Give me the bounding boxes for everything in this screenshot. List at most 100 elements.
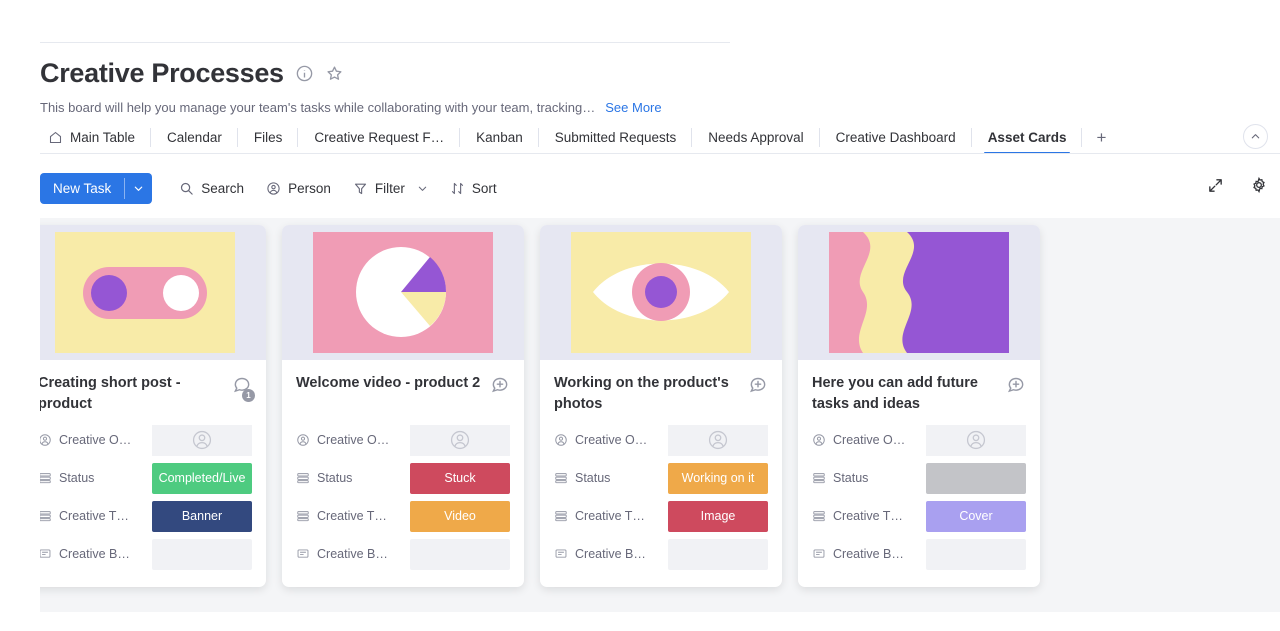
board-description: This board will help you manage your tea… [40,99,595,116]
person-filter-button[interactable]: Person [257,174,340,204]
status-chip[interactable] [926,463,1026,494]
tab-kanban[interactable]: Kanban [460,122,539,153]
owner-avatar-cell[interactable] [410,425,510,456]
status-chip[interactable]: Stuck [410,463,510,494]
owner-avatar-cell[interactable] [926,425,1026,456]
collapse-header-button[interactable] [1243,124,1268,149]
sort-button[interactable]: Sort [441,174,506,204]
text-bubble-icon [296,547,310,561]
asset-card[interactable]: Welcome video - product 2 [282,225,524,587]
toolbar-right-actions [1202,172,1272,198]
fullscreen-button[interactable] [1202,172,1228,198]
status-chip[interactable]: Completed/Live [152,463,252,494]
card-comments-button[interactable]: 1 [232,374,252,399]
field-label-text: Creative O… [833,433,905,447]
card-field-brief: Creative B… [296,535,510,573]
filter-icon [353,181,368,196]
tab-label: Calendar [167,130,222,145]
brief-cell[interactable] [152,539,252,570]
card-title-row: Creating short post - product 1 [40,373,252,415]
status-icon [554,509,568,523]
card-artwork-toggle [55,232,235,353]
tab-submitted-requests[interactable]: Submitted Requests [539,122,693,153]
new-task-label: New Task [40,173,124,204]
status-icon [40,471,52,485]
status-icon [296,471,310,485]
tab-calendar[interactable]: Calendar [151,122,238,153]
avatar-placeholder-icon [707,429,729,451]
card-field-owner: Creative O… [40,421,252,459]
chevron-down-icon [417,183,428,194]
tab-main-table[interactable]: Main Table [40,122,151,153]
card-field-owner: Creative O… [812,421,1026,459]
tab-creative-request-form[interactable]: Creative Request F… [298,122,460,153]
brief-cell[interactable] [668,539,768,570]
field-label: Creative O… [296,433,402,447]
type-chip[interactable]: Banner [152,501,252,532]
filter-label: Filter [375,181,405,196]
see-more-link[interactable]: See More [605,100,661,115]
field-label: Status [554,471,660,485]
owner-avatar-cell[interactable] [668,425,768,456]
asset-card[interactable]: Here you can add future tasks and ideas [798,225,1040,587]
card-title-row: Working on the product's photos [554,373,768,415]
status-chip[interactable]: Working on it [668,463,768,494]
field-label: Creative B… [296,547,402,561]
add-view-button[interactable]: + [1082,122,1120,153]
board-title-row: Creative Processes [40,56,1280,90]
tab-creative-dashboard[interactable]: Creative Dashboard [820,122,972,153]
tab-label: Creative Dashboard [836,130,956,145]
filter-button[interactable]: Filter [344,174,437,204]
card-field-brief: Creative B… [812,535,1026,573]
page-title: Creative Processes [40,56,284,90]
field-label-text: Creative T… [317,509,387,523]
new-task-dropdown-button[interactable] [125,173,152,204]
type-chip[interactable]: Image [668,501,768,532]
field-label-text: Status [575,471,610,485]
info-icon[interactable] [295,64,314,83]
search-icon [179,181,194,196]
status-icon [554,471,568,485]
person-icon [266,181,281,196]
brief-cell[interactable] [926,539,1026,570]
favorite-star-icon[interactable] [325,64,344,83]
cards-container: Creating short post - product 1 [40,225,1040,587]
search-button[interactable]: Search [170,174,253,204]
card-add-comment-button[interactable] [1006,374,1026,399]
type-chip[interactable]: Cover [926,501,1026,532]
card-title: Here you can add future tasks and ideas [812,373,998,415]
asset-card[interactable]: Creating short post - product 1 [40,225,266,587]
card-field-type: Creative T… Banner [40,497,252,535]
card-field-status: Status [812,459,1026,497]
pie-chart-illustration-icon [313,232,493,353]
board-settings-button[interactable] [1246,172,1272,198]
field-label-text: Status [59,471,94,485]
card-field-type: Creative T… Cover [812,497,1026,535]
card-cover [40,225,266,360]
tab-asset-cards[interactable]: Asset Cards [972,122,1083,153]
person-circle-icon [40,433,52,447]
card-add-comment-button[interactable] [490,374,510,399]
avatar-placeholder-icon [449,429,471,451]
new-task-button[interactable]: New Task [40,173,152,204]
add-comment-icon [490,374,510,394]
field-label: Creative B… [40,547,144,561]
owner-avatar-cell[interactable] [152,425,252,456]
card-cover [282,225,524,360]
tab-needs-approval[interactable]: Needs Approval [692,122,819,153]
avatar-placeholder-icon [191,429,213,451]
field-label: Creative T… [812,509,918,523]
type-chip[interactable]: Video [410,501,510,532]
card-add-comment-button[interactable] [748,374,768,399]
cards-board: Creating short post - product 1 [40,218,1280,612]
field-label: Creative B… [554,547,660,561]
field-label: Creative O… [40,433,144,447]
field-label: Status [296,471,402,485]
tab-files[interactable]: Files [238,122,299,153]
sort-icon [450,181,465,196]
card-body: Welcome video - product 2 [282,360,524,587]
field-label: Creative O… [554,433,660,447]
brief-cell[interactable] [410,539,510,570]
add-comment-icon [1006,374,1026,394]
asset-card[interactable]: Working on the product's photos [540,225,782,587]
